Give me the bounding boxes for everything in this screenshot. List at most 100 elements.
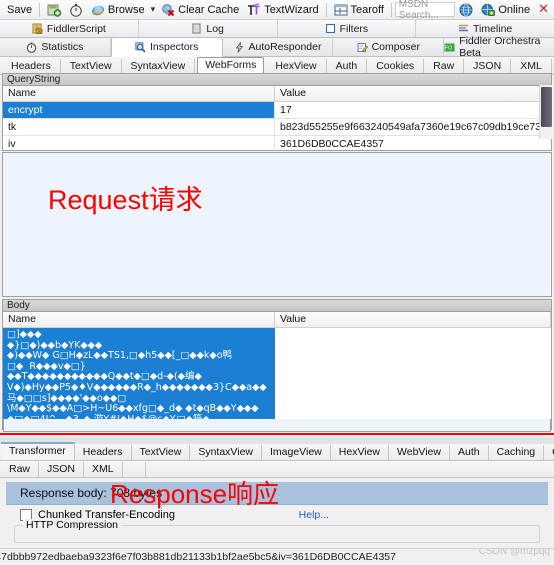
subtab-headers[interactable]: Headers	[2, 58, 61, 73]
response-tabs-filler	[123, 462, 146, 477]
composer-pencil-icon	[357, 42, 368, 53]
browse-button-label: Browse	[107, 3, 145, 16]
subtab-webforms[interactable]: WebForms	[197, 57, 265, 74]
tab-log-label: Log	[206, 22, 224, 35]
tab-fiddlerscript[interactable]: JS FiddlerScript	[0, 20, 139, 37]
subtab-xml[interactable]: XML	[511, 58, 552, 73]
tab-inspectors-label: Inspectors	[149, 41, 199, 53]
tab-composer-label: Composer	[371, 41, 420, 53]
fiddler-window: Save Browse ▾ Clear Cache TextWizard Tea…	[0, 0, 554, 565]
tearoff-label: Tearoff	[350, 3, 384, 16]
tab-statistics-label: Statistics	[41, 41, 84, 53]
response-tab-cookies[interactable]: Cookies	[544, 445, 554, 460]
tearoff-icon	[334, 3, 348, 17]
filters-icon	[325, 23, 336, 34]
table-row[interactable]: iv 361D6DB0CCAE4357	[3, 136, 551, 152]
querystring-header-row: Name Value	[3, 86, 551, 102]
response-tab-hexview[interactable]: HexView	[331, 445, 390, 460]
statistics-icon	[26, 42, 37, 53]
response-tab-xml[interactable]: XML	[84, 462, 123, 477]
response-tab-headers[interactable]: Headers	[75, 445, 132, 460]
body-col-value: Value	[275, 312, 551, 327]
http-compression-group: HTTP Compression	[14, 519, 540, 543]
tab-fiddler-orchestra[interactable]: FO Fiddler Orchestra Beta	[444, 35, 554, 59]
tab-filters[interactable]: Filters	[277, 20, 417, 37]
subtab-textview[interactable]: TextView	[61, 58, 122, 73]
textwizard-label: TextWizard	[264, 3, 319, 16]
body-section: Body Name Value □]◆◆◆ ◆}□◆)◆◆b◆YK◆◆◆ ◆)◆…	[2, 299, 552, 430]
tab-inspectors[interactable]: Inspectors	[110, 37, 223, 57]
close-icon[interactable]: ✕	[534, 2, 554, 17]
subtab-auth[interactable]: Auth	[327, 58, 368, 73]
request-preview-area: Request请求	[2, 152, 552, 297]
response-tab-auth[interactable]: Auth	[450, 445, 489, 460]
response-tab-syntaxview[interactable]: SyntaxView	[190, 445, 262, 460]
querystring-vertical-scrollbar[interactable]	[539, 85, 552, 139]
querystring-col-name: Name	[3, 86, 275, 101]
body-grid[interactable]: Name Value □]◆◆◆ ◆}□◆)◆◆b◆YK◆◆◆ ◆)◆◆W◆ G…	[2, 311, 552, 430]
response-tab-imageview[interactable]: ImageView	[262, 445, 331, 460]
tab-composer[interactable]: Composer	[333, 38, 445, 56]
querystring-value-iv: 361D6DB0CCAE4357	[280, 138, 384, 150]
msdn-search-input[interactable]: MSDN Search...	[394, 0, 456, 21]
body-scroll-strip[interactable]	[3, 419, 551, 432]
status-bar: e19c67c09db19ce73947dbbb972edbaeba9323f6…	[0, 548, 554, 565]
top-tabs-row-2: Statistics Inspectors AutoResponder Comp…	[0, 35, 554, 59]
online-button[interactable]: Online	[477, 1, 534, 19]
main-toolbar: Save Browse ▾ Clear Cache TextWizard Tea…	[0, 0, 554, 21]
internet-explorer-icon	[91, 3, 105, 17]
browse-button[interactable]: Browse	[87, 1, 149, 19]
subtab-hexview[interactable]: HexView	[266, 58, 327, 73]
tab-fiddler-orchestra-label: Fiddler Orchestra Beta	[459, 35, 541, 59]
querystring-group-title: QueryString	[2, 73, 552, 85]
querystring-value-tk: b823d55255e9f663240549afa7360e19c67c09db…	[280, 121, 551, 133]
help-button[interactable]	[455, 1, 477, 19]
response-tab-webview[interactable]: WebView	[389, 445, 450, 460]
response-tab-raw[interactable]: Raw	[1, 462, 40, 477]
querystring-value-encrypt: 17	[280, 104, 292, 116]
response-tab-json[interactable]: JSON	[39, 462, 85, 477]
subtab-json[interactable]: JSON	[464, 58, 512, 73]
help-link[interactable]: Help...	[299, 509, 329, 521]
tearoff-button[interactable]: Tearoff	[330, 1, 388, 19]
table-row[interactable]: encrypt 17	[3, 102, 551, 119]
csdn-watermark: CSDN @mzpqq	[478, 548, 550, 557]
sessions-archive-icon	[47, 3, 62, 17]
online-globe-icon	[481, 3, 496, 17]
response-tab-caching[interactable]: Caching	[489, 445, 545, 460]
lightning-icon	[234, 40, 245, 53]
browse-dropdown-arrow-icon[interactable]: ▾	[149, 4, 158, 15]
body-col-name: Name	[3, 312, 275, 327]
decode-button[interactable]	[65, 1, 87, 19]
http-compression-legend: HTTP Compression	[23, 519, 121, 531]
querystring-name-tk: tk	[3, 119, 275, 135]
response-annotation-text: Response响应	[110, 479, 280, 509]
subtab-syntaxview[interactable]: SyntaxView	[122, 58, 196, 73]
tab-autoresponder[interactable]: AutoResponder	[223, 38, 334, 56]
subtab-raw[interactable]: Raw	[424, 58, 465, 73]
clear-cache-button[interactable]: Clear Cache	[157, 1, 243, 19]
toolbar-separator-3	[390, 2, 392, 17]
save-button[interactable]: Save	[3, 1, 36, 19]
subtab-cookies[interactable]: Cookies	[367, 58, 425, 73]
clear-cache-icon	[161, 3, 175, 17]
textwizard-button[interactable]: TextWizard	[243, 1, 322, 19]
keep-all-sessions-button[interactable]	[43, 1, 65, 19]
online-label: Online	[498, 3, 531, 16]
clear-cache-label: Clear Cache	[178, 3, 240, 16]
response-tab-transformer[interactable]: Transformer	[1, 442, 75, 460]
svg-text:FO: FO	[445, 45, 453, 51]
response-tabs-row-2: Raw JSON XML	[0, 461, 554, 478]
timeline-icon	[458, 23, 469, 34]
tab-statistics[interactable]: Statistics	[0, 38, 111, 56]
querystring-scroll-thumb[interactable]	[541, 87, 552, 127]
svg-text:JS: JS	[37, 30, 42, 34]
querystring-grid[interactable]: Name Value encrypt 17 tk b823d55255e9f66…	[2, 85, 552, 152]
tab-timeline-label: Timeline	[472, 22, 513, 35]
response-tab-textview[interactable]: TextView	[132, 445, 191, 460]
tab-log[interactable]: Log	[138, 20, 278, 37]
table-row[interactable]: tk b823d55255e9f663240549afa7360e19c67c0…	[3, 119, 551, 136]
body-content-row[interactable]: □]◆◆◆ ◆}□◆)◆◆b◆YK◆◆◆ ◆)◆◆W◆ G□H◆zL◆◆TS1,…	[3, 328, 551, 430]
log-icon	[191, 23, 202, 34]
body-header-row: Name Value	[3, 312, 551, 328]
